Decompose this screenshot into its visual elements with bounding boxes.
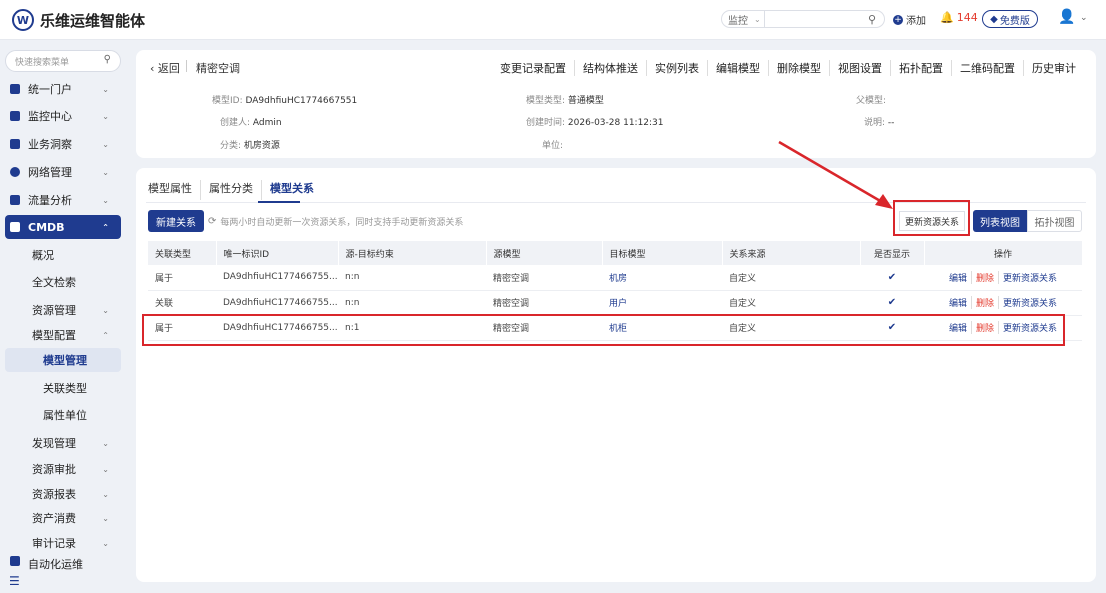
annotation-arrow bbox=[778, 140, 893, 209]
arrow-shaft bbox=[778, 140, 883, 204]
arrow-head bbox=[875, 194, 893, 209]
